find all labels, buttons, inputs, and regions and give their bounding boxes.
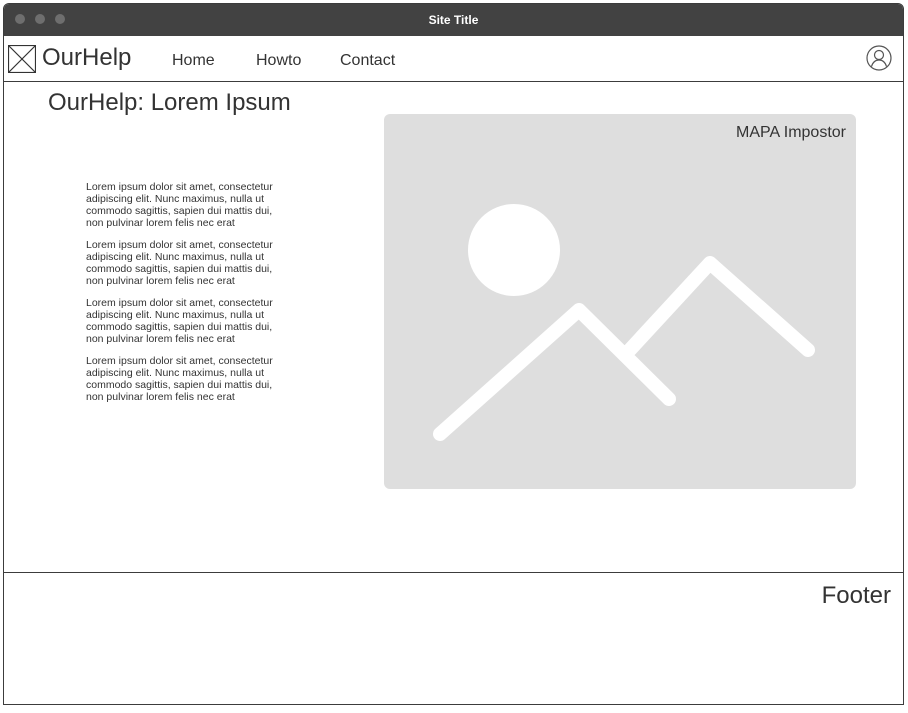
nav-link-howto[interactable]: Howto	[256, 51, 301, 71]
window-title: Site Title	[428, 13, 479, 27]
nav-link-contact[interactable]: Contact	[340, 51, 395, 71]
body-paragraph: Lorem ipsum dolor sit amet, consectetur …	[86, 239, 273, 287]
map-image-placeholder: MAPA Impostor	[384, 114, 856, 489]
title-bar: Site Title	[4, 4, 903, 36]
body-paragraph: Lorem ipsum dolor sit amet, consectetur …	[86, 181, 273, 229]
top-navigation: OurHelp Home Howto Contact	[4, 36, 903, 82]
text-column: Lorem ipsum dolor sit amet, consectetur …	[86, 181, 286, 413]
image-label: MAPA Impostor	[736, 124, 846, 141]
user-icon[interactable]	[866, 45, 892, 71]
browser-window: Site Title OurHelp Home Howto Contact Ou…	[3, 3, 904, 705]
footer: Footer	[4, 572, 903, 704]
brand-name[interactable]: OurHelp	[42, 43, 131, 73]
body-paragraph: Lorem ipsum dolor sit amet, consectetur …	[86, 297, 273, 345]
logo-placeholder-icon[interactable]	[8, 45, 36, 73]
body-paragraph: Lorem ipsum dolor sit amet, consectetur …	[86, 355, 273, 403]
footer-label: Footer	[821, 582, 891, 609]
image-placeholder-icon	[433, 204, 815, 441]
page-heading: OurHelp: Lorem Ipsum	[48, 89, 291, 116]
nav-link-home[interactable]: Home	[172, 51, 215, 71]
